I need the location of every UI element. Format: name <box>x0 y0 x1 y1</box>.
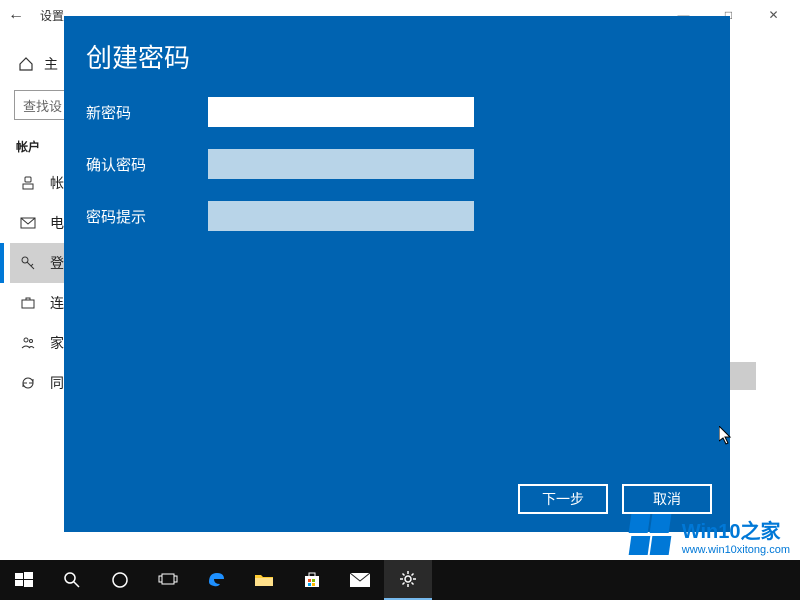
taskview-icon <box>158 570 178 590</box>
field-new-password: 新密码 <box>86 97 730 127</box>
field-label: 密码提示 <box>86 206 208 227</box>
watermark: Win10之家 www.win10xitong.com <box>630 514 790 556</box>
sidebar-item-label: 电 <box>50 213 64 233</box>
taskbar-edge[interactable] <box>192 560 240 600</box>
sidebar-item-label: 家 <box>50 333 64 353</box>
key-icon <box>20 255 36 271</box>
search-icon <box>62 570 82 590</box>
taskbar-mail[interactable] <box>336 560 384 600</box>
taskbar-taskview[interactable] <box>144 560 192 600</box>
taskbar <box>0 560 800 600</box>
sidebar-item-label: 连 <box>50 293 64 313</box>
watermark-brand: Win10之家 <box>682 515 790 544</box>
mail-icon <box>350 570 370 590</box>
create-password-dialog: 创建密码 新密码 确认密码 密码提示 下一步 取消 <box>64 16 730 532</box>
dialog-buttons: 下一步 取消 <box>518 484 712 514</box>
cancel-button[interactable]: 取消 <box>622 484 712 514</box>
taskbar-search[interactable] <box>48 560 96 600</box>
close-button[interactable]: ✕ <box>751 0 796 30</box>
taskbar-settings[interactable] <box>384 560 432 600</box>
settings-window: ← 设置 — □ ✕ 主 查找设 帐户 帐 电 登 连 <box>0 0 800 600</box>
sync-icon <box>20 375 36 391</box>
store-icon <box>302 570 322 590</box>
home-icon <box>18 56 34 72</box>
field-confirm-password: 确认密码 <box>86 149 730 179</box>
field-label: 新密码 <box>86 102 208 123</box>
mail-icon <box>20 215 36 231</box>
people-icon <box>20 335 36 351</box>
taskbar-explorer[interactable] <box>240 560 288 600</box>
field-label: 确认密码 <box>86 154 208 175</box>
taskbar-cortana[interactable] <box>96 560 144 600</box>
sidebar-item-label: 同 <box>50 373 64 393</box>
edge-icon <box>206 570 226 590</box>
back-button[interactable]: ← <box>4 6 28 24</box>
confirm-password-input[interactable] <box>208 149 474 179</box>
briefcase-icon <box>20 295 36 311</box>
gear-icon <box>398 569 418 589</box>
watermark-url: www.win10xitong.com <box>682 544 790 556</box>
sidebar-item-label: 帐 <box>50 173 64 193</box>
window-title: 设置 <box>40 7 64 24</box>
dialog-title: 创建密码 <box>86 38 730 75</box>
password-hint-input[interactable] <box>208 201 474 231</box>
cortana-icon <box>110 570 130 590</box>
taskbar-start[interactable] <box>0 560 48 600</box>
windows-icon <box>14 570 34 590</box>
sidebar-item-label: 登 <box>50 253 64 273</box>
taskbar-store[interactable] <box>288 560 336 600</box>
windows-logo-icon <box>630 514 672 556</box>
folder-icon <box>254 570 274 590</box>
search-placeholder: 查找设 <box>23 96 62 115</box>
home-label: 主 <box>44 54 58 74</box>
account-icon <box>20 175 36 191</box>
new-password-input[interactable] <box>208 97 474 127</box>
next-button[interactable]: 下一步 <box>518 484 608 514</box>
field-password-hint: 密码提示 <box>86 201 730 231</box>
